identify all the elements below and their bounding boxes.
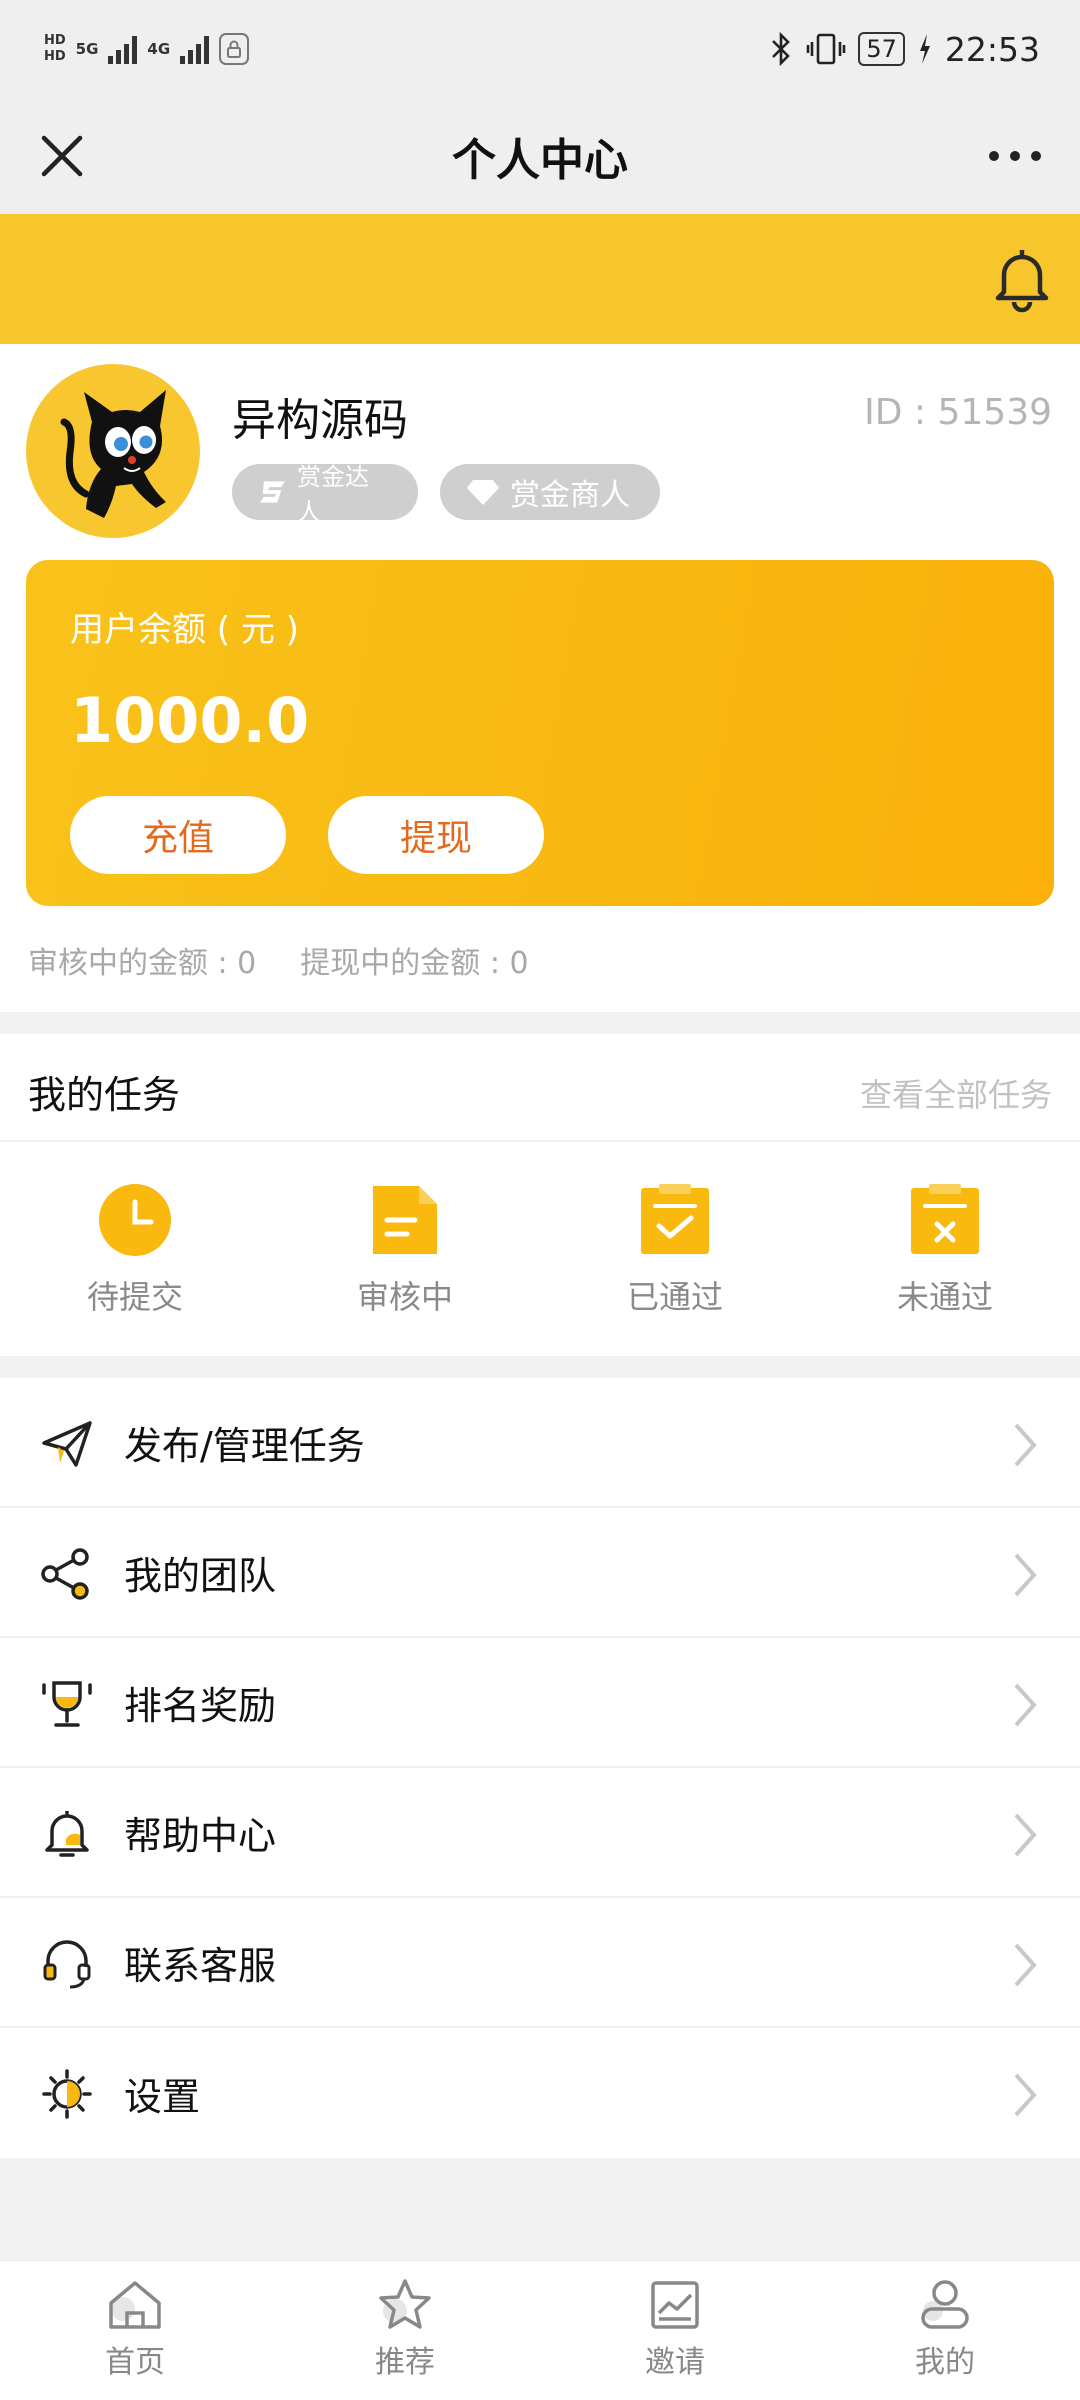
nav-invite[interactable]: 邀请 xyxy=(540,2261,810,2400)
balance-amount: 1000.00 xyxy=(70,684,312,757)
menu-label: 设置 xyxy=(124,2074,201,2119)
bell-icon xyxy=(45,1811,89,1857)
page-title: 个人中心 xyxy=(452,135,628,186)
title-bar: 个人中心 xyxy=(0,98,1080,214)
recharge-button[interactable]: 充值 xyxy=(70,796,286,874)
withdrawing-amount: 提现中的金额 : 0 xyxy=(300,946,529,981)
hd-label: HD xyxy=(44,33,66,48)
user-id: ID : 51539 xyxy=(864,392,1052,433)
menu-item-help-center[interactable]: 帮助中心 xyxy=(0,1768,1080,1898)
view-all-tasks-link[interactable]: 查看全部任务 xyxy=(860,1070,1052,1116)
chevron-right-icon xyxy=(1014,1423,1037,1467)
badge-bounty-expert: 赏金达人 xyxy=(232,463,418,526)
task-label: 待提交 xyxy=(86,1278,183,1316)
4g-label: 4G xyxy=(147,40,171,58)
home-icon xyxy=(109,2281,161,2329)
more-icon[interactable] xyxy=(980,126,1050,186)
menu-label: 我的团队 xyxy=(124,1553,277,1598)
clipboard-x-icon xyxy=(911,1184,979,1254)
status-left: HD HD 5G 4G xyxy=(44,33,250,65)
nav-label: 首页 xyxy=(105,2345,165,2380)
withdraw-button[interactable]: 提现 xyxy=(328,796,544,874)
reviewing-amount: 审核中的金额 : 0 xyxy=(28,946,257,981)
chevron-right-icon xyxy=(1014,1813,1037,1857)
menu-item-my-team[interactable]: 我的团队 xyxy=(0,1508,1080,1638)
close-icon[interactable] xyxy=(32,126,92,186)
share-nodes-icon xyxy=(41,1548,89,1600)
menu-label: 发布/管理任务 xyxy=(124,1423,365,1468)
profile-section: 异构源码 ID : 51539 赏金达人 赏金商人 用户余额 ( 元 ) 100… xyxy=(0,344,1080,1012)
battery-icon: 57 xyxy=(858,32,905,66)
menu-item-ranking-rewards[interactable]: 排名奖励 xyxy=(0,1638,1080,1768)
menu-label: 联系客服 xyxy=(124,1943,277,1988)
my-tasks-section: 我的任务 查看全部任务 待提交 审核中 已通过 未通过 xyxy=(0,1034,1080,1356)
task-label: 已通过 xyxy=(626,1278,723,1316)
5g-label: 5G xyxy=(75,40,99,58)
nav-recommend[interactable]: 推荐 xyxy=(270,2261,540,2400)
badge-bounty-merchant: 赏金商人 xyxy=(440,464,660,520)
document-icon xyxy=(373,1186,437,1254)
trophy-icon xyxy=(42,1681,92,1727)
tasks-title: 我的任务 xyxy=(28,1073,181,1117)
clock-icon xyxy=(99,1184,171,1256)
pending-amounts: 审核中的金额 : 0 提现中的金额 : 0 xyxy=(28,938,529,982)
menu-label: 排名奖励 xyxy=(124,1683,277,1728)
badge-label: 赏金商人 xyxy=(510,478,630,513)
lock-icon xyxy=(219,33,250,65)
header-banner xyxy=(0,214,1080,344)
task-label: 审核中 xyxy=(356,1278,453,1316)
chevron-right-icon xyxy=(1014,1943,1037,1987)
bottom-nav: 首页 推荐 邀请 我的 xyxy=(0,2260,1080,2400)
diamond-icon xyxy=(467,480,499,505)
paper-plane-icon xyxy=(42,1421,92,1467)
avatar[interactable] xyxy=(26,364,200,538)
status-right: 57 22:53 xyxy=(768,30,1040,69)
task-failed[interactable]: 未通过 xyxy=(845,1182,1045,1318)
star-icon xyxy=(379,2279,431,2329)
username: 异构源码 xyxy=(232,395,408,446)
network-type: HD HD xyxy=(44,33,66,65)
menu-item-contact-support[interactable]: 联系客服 xyxy=(0,1898,1080,2028)
menu-list: 发布/管理任务 我的团队 排名奖励 帮助中心 联系客服 设置 xyxy=(0,1378,1080,2158)
cat-avatar-image xyxy=(60,390,166,518)
charging-icon xyxy=(919,34,930,64)
menu-label: 帮助中心 xyxy=(124,1813,277,1858)
chevron-right-icon xyxy=(1014,2073,1037,2117)
chevron-right-icon xyxy=(1014,1683,1037,1727)
menu-item-publish-tasks[interactable]: 发布/管理任务 xyxy=(0,1378,1080,1508)
signal-icon xyxy=(108,34,138,64)
menu-item-settings[interactable]: 设置 xyxy=(0,2028,1080,2158)
chevron-right-icon xyxy=(1014,1553,1037,1597)
hd-label: HD xyxy=(44,49,66,64)
balance-label: 用户余额 ( 元 ) xyxy=(70,610,299,650)
signal-icon xyxy=(180,34,210,64)
task-under-review[interactable]: 审核中 xyxy=(305,1182,505,1318)
nav-home[interactable]: 首页 xyxy=(0,2261,270,2400)
s-logo-icon xyxy=(259,481,286,503)
vibrate-icon xyxy=(807,33,846,65)
gear-icon xyxy=(42,2069,92,2119)
status-bar: HD HD 5G 4G 57 22:53 xyxy=(0,0,1080,98)
notification-bell-icon[interactable] xyxy=(986,242,1058,314)
bluetooth-icon xyxy=(772,32,791,66)
task-pending-submit[interactable]: 待提交 xyxy=(35,1182,235,1318)
chart-icon xyxy=(651,2281,699,2329)
user-icon xyxy=(921,2280,969,2329)
tasks-header: 我的任务 查看全部任务 xyxy=(0,1034,1080,1142)
task-passed[interactable]: 已通过 xyxy=(575,1182,775,1318)
balance-card: 用户余额 ( 元 ) 1000.00 充值 提现 xyxy=(26,560,1054,906)
nav-label: 我的 xyxy=(915,2345,975,2380)
nav-label: 邀请 xyxy=(645,2345,705,2380)
headset-icon xyxy=(43,1940,91,1989)
nav-label: 推荐 xyxy=(375,2345,435,2380)
nav-mine[interactable]: 我的 xyxy=(810,2261,1080,2400)
clipboard-check-icon xyxy=(641,1184,709,1254)
badge-label: 赏金达人 xyxy=(297,463,370,526)
clock-time: 22:53 xyxy=(944,29,1040,69)
task-label: 未通过 xyxy=(896,1278,993,1316)
